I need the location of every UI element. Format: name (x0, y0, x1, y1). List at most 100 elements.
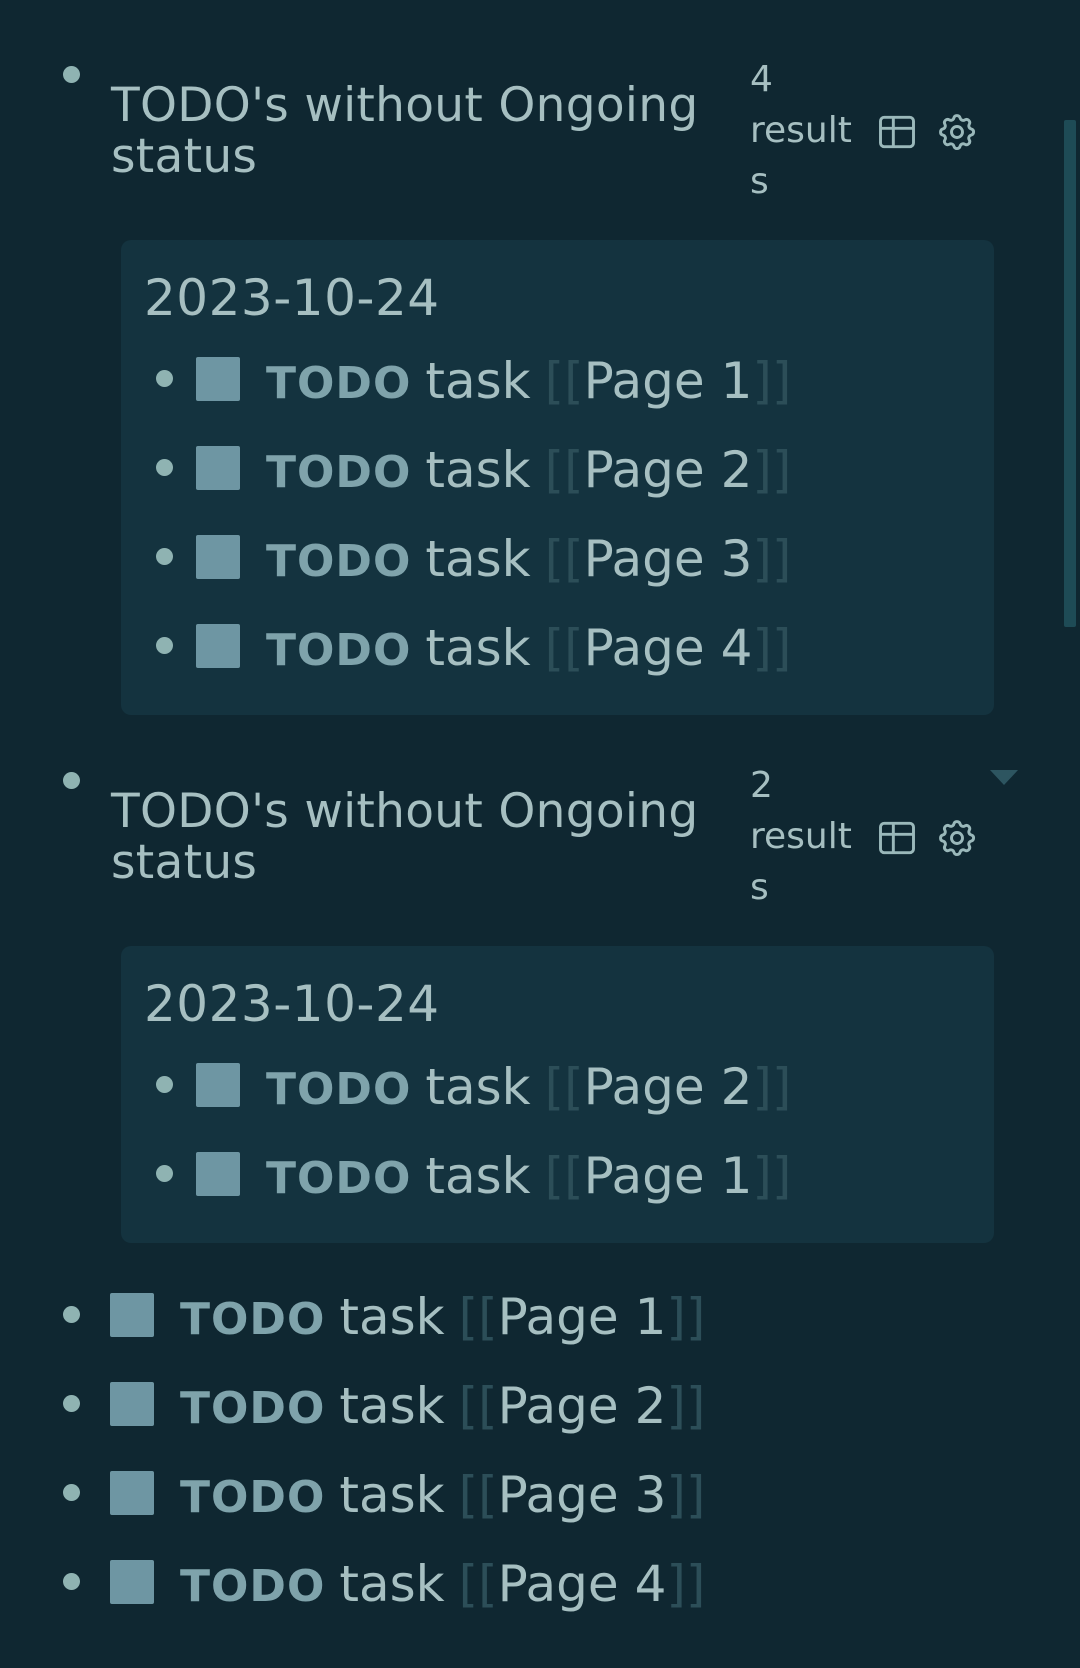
page-ref-open-bracket: [[ (544, 352, 584, 410)
page-ref-link[interactable]: Page 2 (498, 1377, 667, 1435)
page-ref-open-bracket: [[ (544, 1058, 584, 1116)
block-bullet[interactable] (63, 66, 80, 83)
task-text: task (339, 1377, 445, 1435)
block-bullet[interactable] (63, 1484, 80, 1501)
task-text: task (425, 352, 531, 410)
todo-marker[interactable]: TODO (180, 1561, 325, 1612)
block-bullet[interactable] (63, 1573, 80, 1590)
task-checkbox[interactable] (196, 1152, 240, 1196)
block-bullet[interactable] (156, 637, 173, 654)
table-icon (879, 115, 915, 149)
task-checkbox[interactable] (196, 357, 240, 401)
task-checkbox[interactable] (110, 1471, 154, 1515)
task-checkbox[interactable] (110, 1560, 154, 1604)
page-ref-link[interactable]: Page 1 (498, 1288, 667, 1346)
page-ref-open-bracket: [[ (544, 619, 584, 677)
block-bullet[interactable] (156, 370, 173, 387)
task-text: task (339, 1555, 445, 1613)
todo-marker[interactable]: TODO (266, 625, 411, 676)
block-bullet[interactable] (63, 1395, 80, 1412)
block-bullet[interactable] (63, 772, 80, 789)
todo-marker[interactable]: TODO (266, 447, 411, 498)
task-text: task (425, 1058, 531, 1116)
task-item: TODO task [[Page 2]] (156, 1057, 856, 1117)
task-text: task (425, 1147, 531, 1205)
task-item: TODO task [[Page 1]] (156, 1146, 856, 1206)
page-ref-link[interactable]: Page 2 (584, 441, 753, 499)
todo-marker[interactable]: TODO (180, 1294, 325, 1345)
page-ref-close-bracket: ]] (666, 1466, 706, 1524)
block-bullet[interactable] (63, 1306, 80, 1323)
task-text: task (425, 619, 531, 677)
todo-marker[interactable]: TODO (266, 536, 411, 587)
result-count: 2 result s (750, 765, 852, 908)
task-item: TODO task [[Page 2]] (156, 440, 856, 500)
query-settings-button[interactable] (935, 110, 979, 154)
journal-date-link[interactable]: 2023-10-24 (144, 268, 440, 328)
page-ref-open-bracket: [[ (458, 1466, 498, 1524)
block-bullet[interactable] (156, 1076, 173, 1093)
task-checkbox[interactable] (196, 624, 240, 668)
gear-icon (939, 820, 976, 857)
gear-icon (939, 114, 976, 151)
todo-marker[interactable]: TODO (180, 1472, 325, 1523)
task-text: task (425, 441, 531, 499)
table-view-button[interactable] (875, 110, 919, 154)
query-results-panel: 2023-10-24 TODO task [[Page 2]] TODO task[[… (121, 946, 994, 1243)
todo-marker[interactable]: TODO (266, 358, 411, 409)
page-ref-open-bracket: [[ (544, 530, 584, 588)
table-icon (879, 821, 915, 855)
table-view-button[interactable] (875, 816, 919, 860)
task-item: TODO task [[Page 3]] (156, 529, 856, 589)
query-title: TODO's without Ongoing status (111, 784, 699, 890)
page-ref-open-bracket: [[ (458, 1377, 498, 1435)
query-title: TODO's without Ongoing status (111, 78, 699, 184)
page-ref-open-bracket: [[ (458, 1288, 498, 1346)
page-ref-close-bracket: ]] (666, 1555, 706, 1613)
page-ref-link[interactable]: Page 3 (498, 1466, 667, 1524)
page-ref-close-bracket: ]] (666, 1377, 706, 1435)
page-ref-open-bracket: [[ (544, 1147, 584, 1205)
task-item: TODO task [[Page 2]] (63, 1376, 763, 1436)
query-settings-button[interactable] (935, 816, 979, 860)
task-item: TODO task [[Page 1]] (63, 1287, 763, 1347)
block-bullet[interactable] (156, 548, 173, 565)
page-ref-link[interactable]: Page 2 (584, 1058, 753, 1116)
block-bullet[interactable] (156, 1165, 173, 1182)
page-ref-close-bracket: ]] (752, 1058, 792, 1116)
block-bullet[interactable] (156, 459, 173, 476)
page-ref-close-bracket: ]] (752, 441, 792, 499)
todo-marker[interactable]: TODO (180, 1383, 325, 1434)
caret-down-icon[interactable] (990, 770, 1018, 785)
page-ref-open-bracket: [[ (458, 1555, 498, 1613)
task-item: TODO task [[Page 1]] (156, 351, 856, 411)
page-ref-close-bracket: ]] (752, 352, 792, 410)
page-ref-close-bracket: ]] (666, 1288, 706, 1346)
page-ref-link[interactable]: Page 1 (584, 1147, 753, 1205)
task-text: task (425, 530, 531, 588)
page-ref-close-bracket: ]] (752, 1147, 792, 1205)
todo-marker[interactable]: TODO (266, 1064, 411, 1115)
task-text: task (339, 1288, 445, 1346)
result-count: 4 result s (750, 59, 852, 202)
todo-marker[interactable]: TODO (266, 1153, 411, 1204)
task-checkbox[interactable] (110, 1382, 154, 1426)
task-checkbox[interactable] (196, 1063, 240, 1107)
page-ref-open-bracket: [[ (544, 441, 584, 499)
journal-date-link[interactable]: 2023-10-24 (144, 974, 440, 1034)
task-text: task (339, 1466, 445, 1524)
task-checkbox[interactable] (110, 1293, 154, 1337)
task-item: TODO task [[Page 3]] (63, 1465, 763, 1525)
task-item: TODO task [[Page 4]] (156, 618, 856, 678)
page-ref-link[interactable]: Page 4 (498, 1555, 667, 1613)
page-ref-link[interactable]: Page 4 (584, 619, 753, 677)
scrollbar-thumb[interactable] (1064, 120, 1076, 627)
task-item: TODO task [[Page 4]] (63, 1554, 763, 1614)
page-ref-close-bracket: ]] (752, 619, 792, 677)
query-results-panel: 2023-10-24 TODO task [[Page 1]] TODO task[[… (121, 240, 994, 715)
task-checkbox[interactable] (196, 535, 240, 579)
page-ref-link[interactable]: Page 3 (584, 530, 753, 588)
page-ref-close-bracket: ]] (752, 530, 792, 588)
page-ref-link[interactable]: Page 1 (584, 352, 753, 410)
task-checkbox[interactable] (196, 446, 240, 490)
